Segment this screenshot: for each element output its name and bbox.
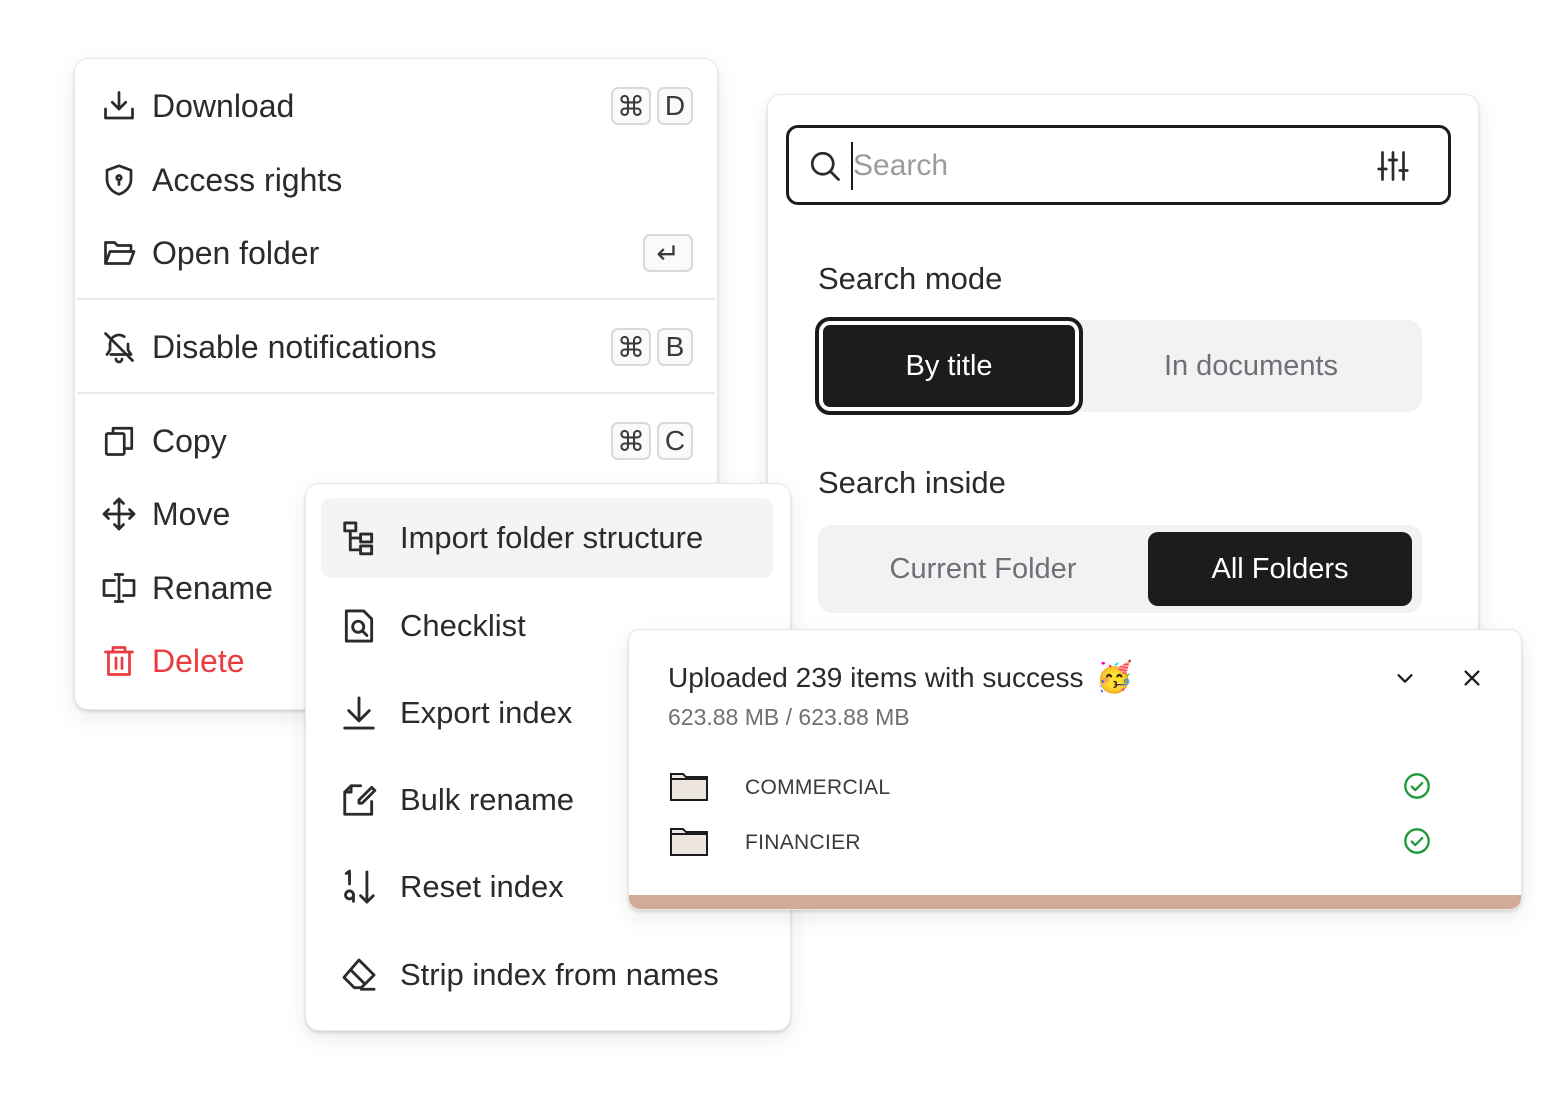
search-mode-toggle: By title In documents [815, 317, 1422, 415]
filter-sliders-icon[interactable] [1374, 148, 1412, 189]
cmd-key: ⌘ [611, 87, 651, 125]
letter-key: D [657, 87, 693, 125]
folder-icon [669, 825, 709, 862]
menu-item-access-rights[interactable]: Access rights [75, 148, 717, 212]
submenu-item-label: Reset index [400, 869, 564, 904]
export-icon [339, 693, 379, 733]
file-name: FINANCIER [745, 831, 861, 854]
folder-icon [669, 770, 709, 807]
search-box[interactable] [786, 125, 1451, 205]
upload-progress-bar [629, 895, 1521, 909]
menu-item-label: Delete [152, 642, 245, 679]
search-mode-title: Search mode [818, 261, 1003, 296]
submenu-item-strip-index[interactable]: Strip index from names [321, 935, 773, 1015]
submenu-item-label: Checklist [400, 608, 526, 643]
checklist-icon [339, 606, 379, 646]
menu-item-label: Download [152, 87, 295, 124]
check-circle-icon [1403, 772, 1431, 805]
submenu-item-label: Bulk rename [400, 782, 575, 817]
close-icon[interactable] [1456, 662, 1488, 694]
letter-key: C [657, 422, 693, 460]
chevron-down-icon[interactable] [1389, 662, 1421, 694]
download-icon [101, 88, 137, 124]
menu-item-copy[interactable]: Copy ⌘ C [75, 409, 717, 473]
menu-item-label: Access rights [152, 161, 343, 198]
move-icon [101, 496, 137, 532]
enter-key: ↵ [643, 234, 693, 272]
search-input[interactable] [851, 142, 1355, 190]
cmd-key: ⌘ [611, 328, 651, 366]
folder-open-icon [101, 235, 137, 271]
menu-divider [77, 298, 715, 300]
folder-tree-icon [339, 518, 379, 558]
inside-option-all-folders[interactable]: All Folders [1148, 532, 1412, 606]
shortcut: ⌘ D [611, 87, 693, 125]
file-name: COMMERCIAL [745, 776, 891, 799]
search-panel: Search mode By title In documents Search… [767, 94, 1479, 656]
menu-item-label: Copy [152, 422, 227, 459]
shield-icon [101, 162, 137, 198]
menu-item-disable-notifications[interactable]: Disable notifications ⌘ B [75, 315, 717, 379]
menu-item-open-folder[interactable]: Open folder ↵ [75, 221, 717, 285]
shortcut: ↵ [643, 234, 693, 272]
menu-item-download[interactable]: Download ⌘ D [75, 74, 717, 138]
reset-index-icon [339, 867, 379, 907]
eraser-icon [339, 955, 379, 995]
copy-icon [101, 423, 137, 459]
upload-file-row: COMMERCIAL [669, 768, 1431, 808]
bell-off-icon [101, 329, 137, 365]
upload-file-row: FINANCIER [669, 823, 1431, 863]
menu-divider [77, 392, 715, 394]
rename-icon [101, 570, 137, 606]
upload-size: 623.88 MB / 623.88 MB [668, 704, 910, 730]
trash-icon [101, 643, 137, 679]
mode-option-by-title[interactable]: By title [815, 317, 1083, 415]
submenu-item-label: Import folder structure [400, 520, 704, 555]
search-icon [807, 148, 843, 189]
menu-item-label: Move [152, 495, 231, 532]
upload-toast: Uploaded 239 items with success 🥳 623.88… [628, 629, 1522, 910]
menu-item-label: Disable notifications [152, 328, 437, 365]
mode-option-in-documents[interactable]: In documents [1080, 320, 1422, 412]
menu-item-label: Open folder [152, 234, 320, 271]
inside-option-current-folder[interactable]: Current Folder [818, 525, 1148, 613]
letter-key: B [657, 328, 693, 366]
upload-title: Uploaded 239 items with success 🥳 [668, 660, 1133, 695]
menu-item-label: Rename [152, 569, 273, 606]
shortcut: ⌘ C [611, 422, 693, 460]
cmd-key: ⌘ [611, 422, 651, 460]
upload-progress-fill [629, 895, 1521, 909]
bulk-rename-icon [339, 780, 379, 820]
party-emoji-icon: 🥳 [1095, 661, 1133, 694]
submenu-item-label: Strip index from names [400, 957, 719, 992]
search-inside-toggle: Current Folder All Folders [818, 525, 1422, 613]
check-circle-icon [1403, 827, 1431, 860]
submenu-item-label: Export index [400, 695, 573, 730]
upload-title-text: Uploaded 239 items with success [668, 661, 1084, 693]
search-inside-title: Search inside [818, 465, 1006, 500]
submenu-item-import-folder-structure[interactable]: Import folder structure [321, 498, 773, 578]
shortcut: ⌘ B [611, 328, 693, 366]
